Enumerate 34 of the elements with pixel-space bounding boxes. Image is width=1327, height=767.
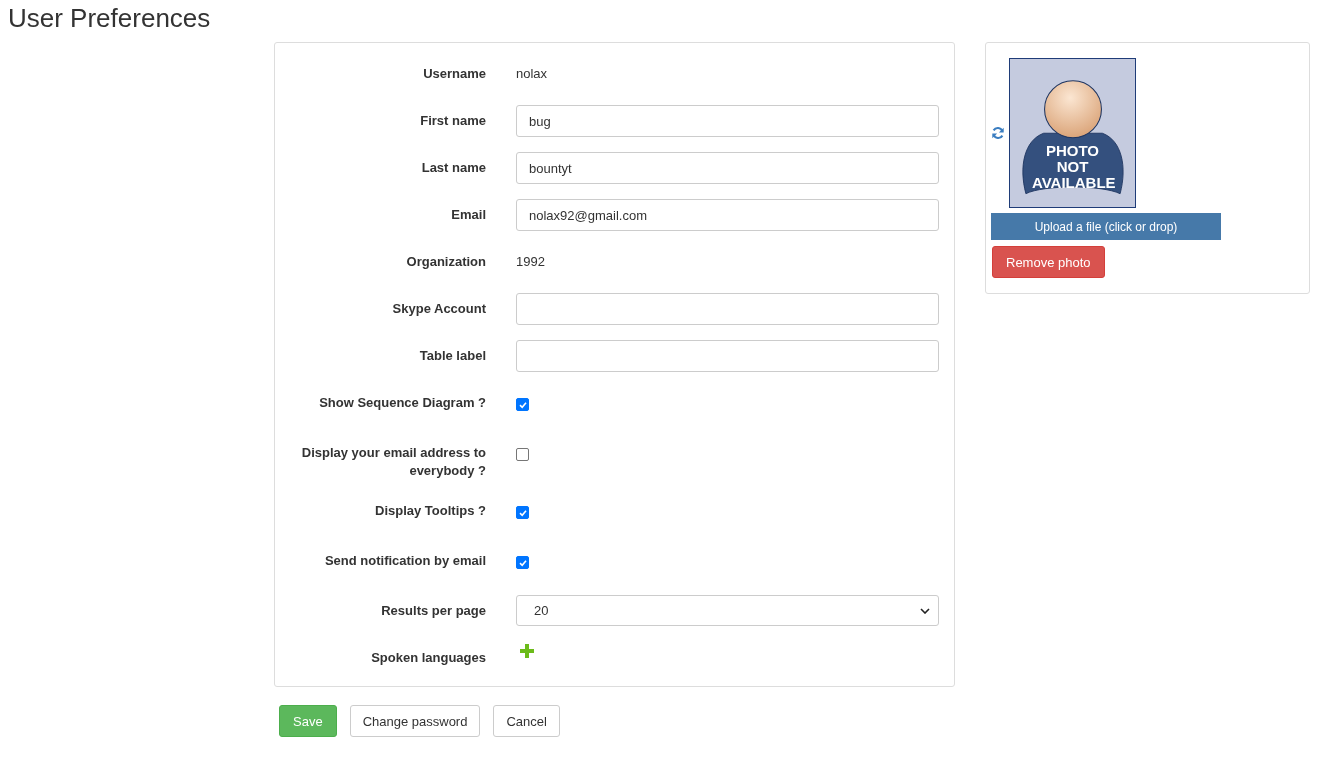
checkbox[interactable]	[516, 398, 529, 411]
checkbox[interactable]	[516, 506, 529, 519]
form-button[interactable]: Change password	[349, 705, 481, 737]
chevron-down-icon	[920, 607, 930, 614]
field-value: 1992	[516, 253, 545, 271]
photo-caption: PHOTO NOT AVAILABLE	[1032, 143, 1113, 191]
text-field[interactable]: nolax92@gmail.com	[516, 199, 939, 231]
field-label: Username	[422, 65, 486, 83]
field-label: Send notification by email	[323, 552, 486, 570]
text-field[interactable]: bug	[516, 105, 939, 137]
field-label: First name	[419, 112, 486, 130]
upload-button[interactable]: Upload a file (click or drop)	[991, 213, 1221, 240]
field-label: Display your email address to everybody ?	[300, 444, 486, 480]
field-label: Skype Account	[391, 300, 486, 318]
field-label: Show Sequence Diagram ?	[318, 394, 486, 412]
checkbox[interactable]	[516, 448, 529, 461]
page-title: User Preferences	[7, 2, 212, 34]
results-dropdown[interactable]: 20	[516, 595, 939, 626]
field-label: Display Tooltips ?	[374, 502, 486, 520]
refresh-icon[interactable]	[991, 126, 1005, 140]
form-button[interactable]: Cancel	[493, 705, 560, 737]
field-label: Table label	[418, 347, 486, 365]
remove-photo-button[interactable]: Remove photo	[992, 246, 1105, 278]
text-field[interactable]: bountyt	[516, 152, 939, 184]
text-field[interactable]	[516, 340, 939, 372]
field-value: nolax	[516, 65, 548, 83]
field-label: Email	[450, 206, 486, 224]
field-label: Spoken languages	[370, 649, 486, 667]
field-label: Last name	[420, 159, 486, 177]
text-field[interactable]	[516, 293, 939, 325]
field-label: Results per page	[380, 602, 486, 620]
field-label: Organization	[405, 253, 486, 271]
plus-icon[interactable]	[520, 644, 534, 658]
checkbox[interactable]	[516, 556, 529, 569]
